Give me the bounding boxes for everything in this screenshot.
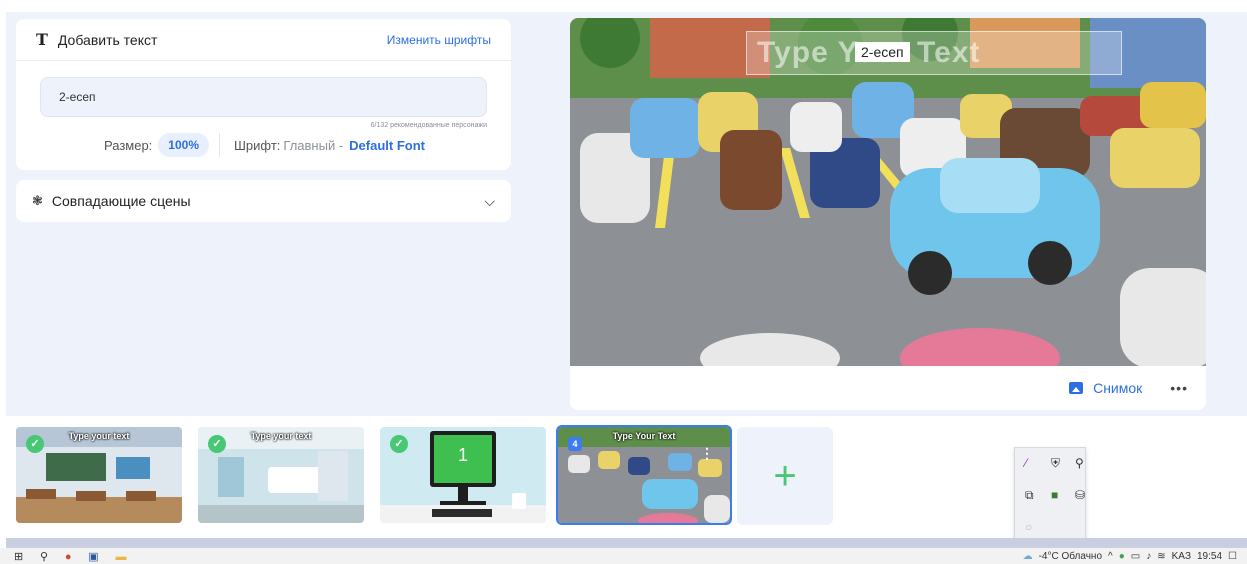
clock[interactable]: 19:54 <box>1197 551 1222 562</box>
windows-taskbar: ⊞ ⚲ ● ▣ ▬ ☁ -4°C Облачно ^ ● ▭ ♪ ≋ KAЗ 1… <box>0 548 1247 564</box>
window-bottom-edge <box>6 538 1247 548</box>
network-drive-icon[interactable]: ⛁ <box>1075 488 1085 502</box>
scenes-icon: ❃ <box>32 193 43 208</box>
kebab-menu-icon[interactable]: ⋮ <box>700 445 714 462</box>
add-text-header: T Добавить текст Изменить шрифты <box>16 19 511 61</box>
search-icon[interactable]: ⚲ <box>40 550 48 563</box>
chevron-up-icon[interactable]: ^ <box>1108 551 1113 562</box>
text-icon: T <box>36 30 48 49</box>
check-icon: ✓ <box>390 435 408 453</box>
notifications-icon[interactable]: ☐ <box>1228 551 1237 562</box>
scene-thumbnail-1[interactable]: Type your text ✓ <box>16 427 182 523</box>
system-tray-popup: ⁄ ⛨ ⚲ ⧉ ■ ⛁ ○ <box>1014 447 1086 541</box>
size-label: Размер: <box>104 137 153 153</box>
check-icon: ✓ <box>208 435 226 453</box>
change-fonts-link[interactable]: Изменить шрифты <box>387 33 491 47</box>
chrome-icon[interactable]: ● <box>65 551 72 563</box>
wifi-icon[interactable]: ≋ <box>1157 551 1165 562</box>
add-text-panel: T Добавить текст Изменить шрифты 6/132 р… <box>16 19 511 170</box>
check-icon: ✓ <box>26 435 44 453</box>
scene-thumbnail-2[interactable]: Type your text ✓ <box>198 427 364 523</box>
taskbar-right: ☁ -4°C Облачно ^ ● ▭ ♪ ≋ KAЗ 19:54 ☐ <box>1023 551 1247 562</box>
blank-icon[interactable]: ○ <box>1025 520 1032 534</box>
preview-footer: Снимок ••• <box>570 366 1206 410</box>
matching-scenes-title: Совпадающие сцены <box>51 193 191 209</box>
font-value: Главный - <box>283 137 344 153</box>
screen-number: 1 <box>457 445 468 465</box>
divider <box>219 133 220 157</box>
font-name-link[interactable]: Default Font <box>349 138 425 153</box>
taskbar-left: ⊞ ⚲ ● ▣ ▬ <box>0 550 126 563</box>
text-overlay-box[interactable]: Type Your Text 2-есеп <box>746 31 1122 75</box>
size-font-row: Размер: 100% Шрифт: Главный - Default Fo… <box>16 131 511 159</box>
size-value-button[interactable]: 100% <box>158 133 209 157</box>
pen-icon[interactable]: ⁄ <box>1025 456 1027 470</box>
language-indicator[interactable]: KAЗ <box>1172 551 1191 562</box>
add-text-title: Добавить текст <box>57 31 158 48</box>
text-input[interactable] <box>40 77 487 117</box>
nvidia-icon[interactable]: ■ <box>1051 488 1058 502</box>
word-icon[interactable]: ▣ <box>88 550 98 563</box>
text-overlay-input[interactable]: 2-есеп <box>855 42 910 62</box>
scene-thumbnail-4-selected[interactable]: Type Your Text 4 ⋮ <box>556 425 732 525</box>
parking-lot-thumbnail-image <box>558 427 730 523</box>
support-icon[interactable]: ⚲ <box>1075 456 1084 470</box>
scene-thumbnail-3[interactable]: 1 ✓ <box>380 427 546 523</box>
folder-icon[interactable]: ▬ <box>115 551 126 563</box>
speaker-icon[interactable]: ♪ <box>1146 551 1151 562</box>
windows-start-icon[interactable]: ⊞ <box>14 550 23 563</box>
shield-icon[interactable]: ⛨ <box>1051 456 1060 471</box>
character-counter: 6/132 рекомендованные персонажи <box>370 122 487 129</box>
image-icon <box>1069 382 1084 394</box>
thumbnail-title: Type Your Text <box>612 431 676 441</box>
battery-icon[interactable]: ▭ <box>1131 551 1140 562</box>
weather-text[interactable]: -4°C Облачно <box>1039 551 1102 562</box>
scene-number-badge: 4 <box>568 437 582 451</box>
phone-link-icon[interactable]: ⧉ <box>1025 488 1034 503</box>
add-scene-button[interactable]: + <box>737 427 833 525</box>
weather-icon: ☁ <box>1022 550 1033 562</box>
more-options-icon[interactable]: ••• <box>1170 380 1188 396</box>
app-tray-icon[interactable]: ● <box>1119 551 1125 562</box>
chevron-down-icon[interactable]: ⌵ <box>484 193 495 210</box>
scene-preview: Type Your Text 2-есеп Снимок ••• <box>570 18 1206 410</box>
snapshot-button[interactable]: Снимок <box>1093 380 1142 396</box>
font-label: Шрифт: <box>234 137 281 153</box>
matching-scenes-accordion[interactable]: ❃ Совпадающие сцены ⌵ <box>16 180 511 222</box>
